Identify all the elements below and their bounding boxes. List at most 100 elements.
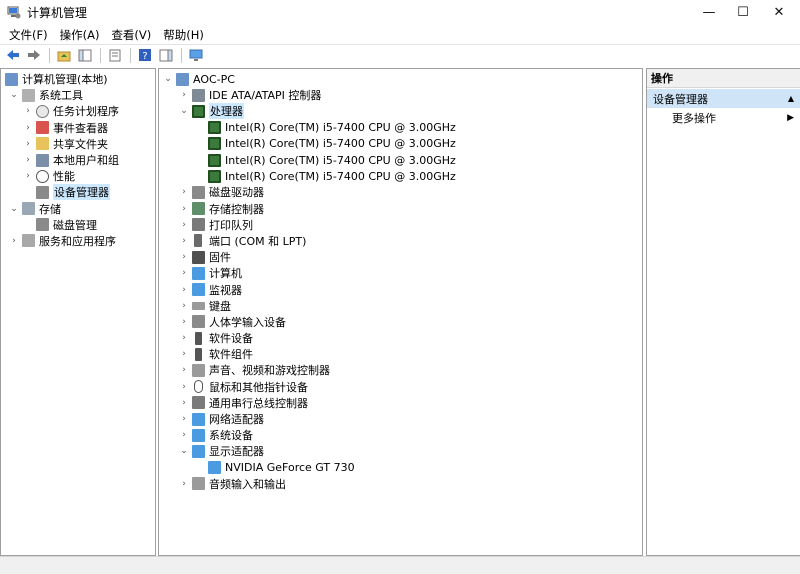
tree-root-label: 计算机管理(本地): [22, 73, 108, 87]
menu-file[interactable]: 文件(F): [3, 27, 54, 43]
device-category-mice[interactable]: › 鼠标和其他指针设备: [159, 379, 642, 395]
device-category-print-queues[interactable]: › 打印队列: [159, 217, 642, 233]
device-category-ports[interactable]: › 端口 (COM 和 LPT): [159, 233, 642, 249]
chevron-right-icon[interactable]: ›: [179, 414, 189, 424]
gpu-item[interactable]: NVIDIA GeForce GT 730: [159, 460, 642, 476]
forward-button[interactable]: [24, 46, 43, 64]
device-category-network[interactable]: › 网络适配器: [159, 411, 642, 427]
close-button[interactable]: ✕: [762, 0, 796, 25]
chevron-right-icon[interactable]: ›: [179, 90, 189, 100]
chevron-right-icon[interactable]: ›: [179, 187, 189, 197]
chevron-right-icon[interactable]: ›: [179, 236, 189, 246]
cpu-item[interactable]: Intel(R) Core(TM) i5-7400 CPU @ 3.00GHz: [159, 168, 642, 184]
tree-item-local-users[interactable]: › 本地用户和组: [1, 152, 155, 168]
device-category-software-devices[interactable]: › 软件设备: [159, 330, 642, 346]
device-category-usb[interactable]: › 通用串行总线控制器: [159, 395, 642, 411]
chevron-down-icon[interactable]: ⌄: [9, 90, 19, 100]
device-category-firmware[interactable]: › 固件: [159, 249, 642, 265]
cpu-item[interactable]: Intel(R) Core(TM) i5-7400 CPU @ 3.00GHz: [159, 152, 642, 168]
actions-section-device-manager[interactable]: 设备管理器 ▲: [647, 89, 800, 108]
chevron-right-icon[interactable]: ›: [179, 220, 189, 230]
performance-icon: [36, 169, 49, 183]
chevron-down-icon[interactable]: ⌄: [163, 74, 173, 84]
up-level-button[interactable]: [54, 46, 73, 64]
chevron-right-icon[interactable]: ›: [179, 382, 189, 392]
category-label: 存储控制器: [209, 202, 264, 216]
device-category-computer[interactable]: › 计算机: [159, 265, 642, 281]
chevron-right-icon[interactable]: ›: [179, 268, 189, 278]
category-label: 端口 (COM 和 LPT): [209, 234, 307, 248]
chevron-down-icon[interactable]: ⌄: [9, 204, 19, 214]
device-category-disk-drives[interactable]: › 磁盘驱动器: [159, 184, 642, 200]
network-adapter-icon: [192, 412, 205, 426]
minimize-button[interactable]: —: [692, 0, 726, 25]
chevron-right-icon[interactable]: ›: [179, 285, 189, 295]
chevron-right-icon[interactable]: ›: [23, 139, 33, 149]
tree-storage[interactable]: ⌄ 存储: [1, 201, 155, 217]
keyboard-icon: [192, 301, 205, 310]
device-category-processor[interactable]: ⌄ 处理器: [159, 103, 642, 120]
device-category-system[interactable]: › 系统设备: [159, 427, 642, 443]
chevron-down-icon[interactable]: ⌄: [179, 106, 189, 116]
tree-system-tools[interactable]: ⌄ 系统工具: [1, 87, 155, 103]
show-hide-tree-button[interactable]: [75, 46, 94, 64]
tree-item-disk-management[interactable]: 磁盘管理: [1, 217, 155, 233]
chevron-right-icon[interactable]: ›: [179, 430, 189, 440]
chevron-right-icon[interactable]: ›: [23, 171, 33, 181]
chevron-right-icon[interactable]: ›: [179, 365, 189, 375]
cpu-item[interactable]: Intel(R) Core(TM) i5-7400 CPU @ 3.00GHz: [159, 120, 642, 136]
device-category-sound[interactable]: › 声音、视频和游戏控制器: [159, 362, 642, 378]
chevron-right-icon[interactable]: ›: [23, 155, 33, 165]
device-category-hid[interactable]: › 人体学输入设备: [159, 314, 642, 330]
tree-item-task-scheduler[interactable]: › 任务计划程序: [1, 103, 155, 119]
chevron-down-icon[interactable]: ⌄: [179, 446, 189, 456]
chevron-right-icon[interactable]: ›: [179, 301, 189, 311]
firmware-icon: [192, 250, 205, 264]
forward-arrow-icon: [27, 50, 40, 60]
chevron-right-icon[interactable]: ›: [179, 398, 189, 408]
computer-name: AOC-PC: [193, 72, 235, 86]
chevron-right-icon[interactable]: ›: [179, 204, 189, 214]
collapse-up-icon[interactable]: ▲: [788, 94, 794, 103]
chevron-right-icon[interactable]: ›: [179, 317, 189, 327]
chevron-right-icon[interactable]: ›: [179, 252, 189, 262]
help-button[interactable]: ?: [135, 46, 154, 64]
properties-button[interactable]: [105, 46, 124, 64]
tree-item-event-viewer[interactable]: › 事件查看器: [1, 120, 155, 136]
device-category-audio-io[interactable]: › 音频输入和输出: [159, 476, 642, 492]
tree-item-performance[interactable]: › 性能: [1, 168, 155, 184]
device-category-ide[interactable]: › IDE ATA/ATAPI 控制器: [159, 87, 642, 103]
device-category-monitors[interactable]: › 监视器: [159, 281, 642, 297]
more-actions[interactable]: 更多操作 ▶: [647, 108, 800, 127]
tree-root[interactable]: 计算机管理(本地): [1, 71, 155, 87]
svg-text:?: ?: [142, 51, 147, 62]
display-label: 显示适配器: [209, 445, 264, 459]
menu-action[interactable]: 操作(A): [54, 27, 106, 43]
gpu-icon: [208, 461, 221, 475]
device-category-software-components[interactable]: › 软件组件: [159, 346, 642, 362]
chevron-right-icon[interactable]: ›: [23, 123, 33, 133]
tree-item-device-manager[interactable]: 设备管理器: [1, 184, 155, 201]
local-users-label: 本地用户和组: [53, 154, 119, 168]
device-category-display[interactable]: ⌄ 显示适配器: [159, 443, 642, 459]
chevron-right-icon[interactable]: ›: [179, 333, 189, 343]
device-category-keyboards[interactable]: › 键盘: [159, 298, 642, 314]
cpu-item[interactable]: Intel(R) Core(TM) i5-7400 CPU @ 3.00GHz: [159, 136, 642, 152]
chevron-right-icon[interactable]: ›: [9, 236, 19, 246]
window-title: 计算机管理: [27, 6, 88, 20]
back-button[interactable]: [3, 46, 22, 64]
maximize-button[interactable]: ☐: [726, 0, 760, 25]
action-pane-button[interactable]: [156, 46, 175, 64]
display-device-button[interactable]: [186, 46, 205, 64]
chevron-right-icon[interactable]: ›: [179, 349, 189, 359]
device-category-storage-controllers[interactable]: › 存储控制器: [159, 201, 642, 217]
menu-help[interactable]: 帮助(H): [157, 27, 210, 43]
menu-view[interactable]: 查看(V): [105, 27, 157, 43]
device-root[interactable]: ⌄ AOC-PC: [159, 71, 642, 87]
chevron-right-icon[interactable]: ›: [179, 479, 189, 489]
tree-item-shared-folders[interactable]: › 共享文件夹: [1, 136, 155, 152]
task-scheduler-label: 任务计划程序: [53, 105, 119, 119]
tree-services[interactable]: › 服务和应用程序: [1, 233, 155, 249]
chevron-right-icon[interactable]: ›: [23, 106, 33, 116]
disk-icon: [36, 218, 49, 232]
